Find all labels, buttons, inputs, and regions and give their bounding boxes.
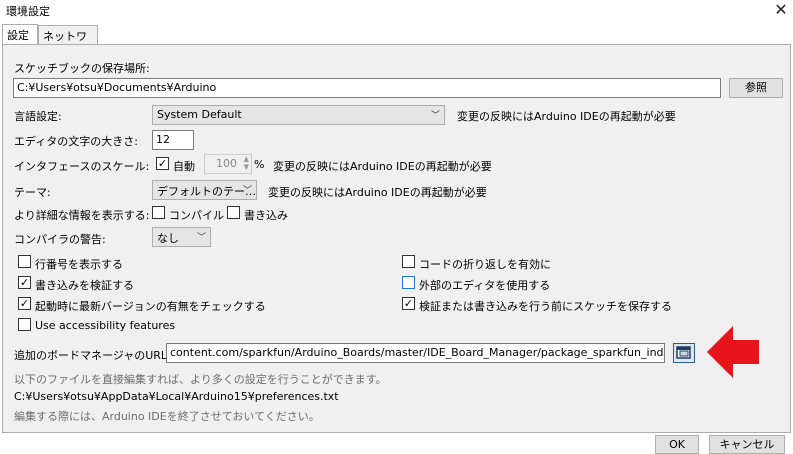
chevron-down-icon: ﹀ — [242, 186, 252, 196]
code-folding-label: コードの折り返しを有効に — [419, 258, 551, 271]
external-editor-checkbox[interactable] — [402, 276, 415, 289]
tab-settings[interactable]: 設定 — [2, 24, 38, 45]
scale-spinner: 100 ▲ ▼ — [204, 154, 252, 174]
check-updates-checkbox[interactable]: ✓ — [18, 297, 31, 310]
sketchbook-path-input[interactable]: C:¥Users¥otsu¥Documents¥Arduino — [13, 78, 721, 98]
chevron-down-icon: ﹀ — [196, 233, 206, 243]
ok-button[interactable]: OK — [655, 435, 699, 454]
info-warning: 編集する際には、Arduino IDEを終了させておいてください。 — [14, 410, 320, 423]
verbose-upload-label: 書き込み — [244, 209, 288, 222]
language-note: 変更の反映にはArduino IDEの再起動が必要 — [457, 110, 676, 123]
theme-select[interactable]: デフォルトのテー… ﹀ — [152, 180, 257, 200]
save-before-label: 検証または書き込みを行う前にスケッチを保存する — [419, 300, 672, 313]
board-urls-window-button[interactable] — [673, 343, 695, 363]
verify-upload-label: 書き込みを検証する — [35, 279, 134, 292]
font-size-input[interactable]: 12 — [152, 130, 194, 150]
left-arrow-icon — [707, 326, 759, 378]
scale-value: 100 — [216, 157, 237, 170]
language-select[interactable]: System Default ﹀ — [152, 105, 445, 125]
scale-unit: % — [254, 158, 265, 171]
close-button[interactable]: ✕ — [770, 0, 792, 22]
window-title: 環境設定 — [6, 5, 50, 18]
board-urls-input[interactable]: content.com/sparkfun/Arduino_Boards/mast… — [166, 343, 665, 363]
save-before-checkbox[interactable]: ✓ — [402, 297, 415, 310]
verbose-label: より詳細な情報を表示する: — [14, 209, 150, 222]
check-updates-label: 起動時に最新バージョンの有無をチェックする — [35, 300, 266, 313]
warnings-select[interactable]: なし ﹀ — [152, 227, 211, 247]
chevron-down-icon: ﹀ — [430, 111, 440, 121]
warnings-label: コンパイラの警告: — [14, 233, 106, 246]
verbose-upload-checkbox[interactable] — [227, 206, 240, 219]
verbose-compile-checkbox[interactable] — [152, 206, 165, 219]
verify-upload-checkbox[interactable]: ✓ — [18, 276, 31, 289]
browse-button[interactable]: 参照 — [729, 78, 783, 98]
scale-auto-checkbox[interactable]: ✓ — [156, 157, 169, 170]
scale-note: 変更の反映にはArduino IDEの再起動が必要 — [273, 160, 492, 173]
line-numbers-label: 行番号を表示する — [35, 258, 123, 271]
tab-network[interactable]: ネットワーク — [38, 25, 98, 59]
preferences-path: C:¥Users¥otsu¥AppData¥Local¥Arduino15¥pr… — [14, 390, 339, 403]
theme-label: テーマ: — [14, 186, 51, 199]
external-editor-label: 外部のエディタを使用する — [419, 279, 551, 292]
accessibility-checkbox[interactable] — [18, 318, 31, 331]
scale-label: インタフェースのスケール: — [14, 160, 150, 173]
spinner-arrows-icon: ▲ ▼ — [243, 155, 249, 171]
board-urls-label: 追加のボードマネージャのURL: — [14, 349, 171, 362]
cancel-button[interactable]: キャンセル — [709, 435, 785, 454]
red-arrow-annotation — [705, 322, 761, 385]
theme-value: デフォルトのテー… — [157, 185, 256, 198]
code-folding-checkbox[interactable] — [402, 255, 415, 268]
language-label: 言語設定: — [14, 110, 62, 123]
info-hint: 以下のファイルを直接編集すれば、より多くの設定を行うことができます。 — [14, 373, 387, 386]
font-size-label: エディタの文字の大きさ: — [14, 135, 138, 148]
accessibility-label: Use accessibility features — [35, 319, 176, 332]
theme-note: 変更の反映にはArduino IDEの再起動が必要 — [268, 186, 487, 199]
title-bar — [0, 0, 793, 22]
window-icon — [676, 346, 691, 359]
line-numbers-checkbox[interactable] — [18, 255, 31, 268]
warnings-value: なし — [157, 232, 179, 245]
sketchbook-label: スケッチブックの保存場所: — [14, 62, 150, 75]
language-value: System Default — [157, 108, 242, 121]
scale-auto-label: 自動 — [173, 160, 195, 173]
verbose-compile-label: コンパイル — [169, 209, 224, 222]
